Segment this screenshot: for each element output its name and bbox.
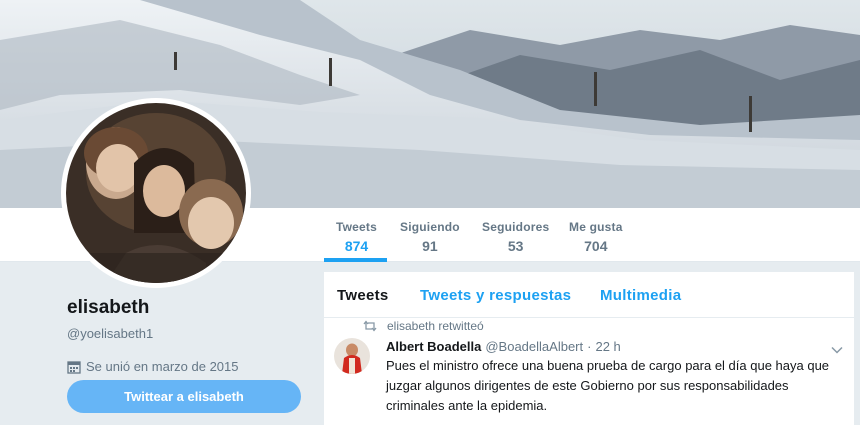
stat-followers[interactable]: Seguidores 53 — [482, 220, 549, 254]
stat-label: Siguiendo — [400, 220, 460, 234]
join-date-text: Se unió en marzo de 2015 — [86, 359, 239, 374]
tweet-author-avatar[interactable] — [334, 338, 370, 374]
stat-label: Tweets — [336, 220, 377, 234]
stat-value: 53 — [507, 238, 524, 254]
profile-handle[interactable]: @yoelisabeth1 — [67, 326, 307, 341]
retweet-context: elisabeth retwitteó — [363, 319, 484, 333]
retweet-context-text[interactable]: elisabeth retwitteó — [387, 319, 484, 333]
active-stat-indicator — [324, 258, 387, 262]
profile-card: elisabeth @yoelisabeth1 Se unió en marzo… — [67, 297, 307, 413]
tweet-text: Pues el ministro ofrece una buena prueba… — [386, 358, 830, 413]
stat-following[interactable]: Siguiendo 91 — [400, 220, 460, 254]
tweet-author-handle[interactable]: @BoadellaAlbert — [485, 339, 583, 354]
stat-tweets[interactable]: Tweets 874 — [336, 220, 377, 254]
join-date: Se unió en marzo de 2015 — [67, 359, 307, 374]
retweet-icon — [363, 320, 377, 332]
tweet-author-name[interactable]: Albert Boadella — [386, 339, 481, 354]
profile-avatar[interactable] — [61, 98, 251, 288]
profile-name[interactable]: elisabeth — [67, 297, 307, 319]
stat-value: 704 — [584, 238, 608, 254]
stat-value: 874 — [344, 238, 369, 254]
stat-value: 91 — [422, 238, 438, 254]
calendar-icon — [67, 360, 81, 374]
avatar-image — [66, 103, 246, 283]
tweet-to-button[interactable]: Twittear a elisabeth — [67, 380, 301, 413]
tweet-timestamp[interactable]: 22 h — [595, 339, 620, 354]
chevron-down-icon[interactable] — [831, 341, 843, 354]
stat-label: Me gusta — [569, 220, 623, 234]
tweet-header: Albert Boadella @BoadellaAlbert · 22 h — [386, 339, 621, 354]
stat-label: Seguidores — [482, 220, 550, 234]
stat-likes[interactable]: Me gusta 704 — [569, 220, 623, 254]
separator-dot: · — [587, 339, 592, 354]
tweet[interactable]: elisabeth retwitteó Albert Boadella @Boa… — [324, 272, 854, 425]
